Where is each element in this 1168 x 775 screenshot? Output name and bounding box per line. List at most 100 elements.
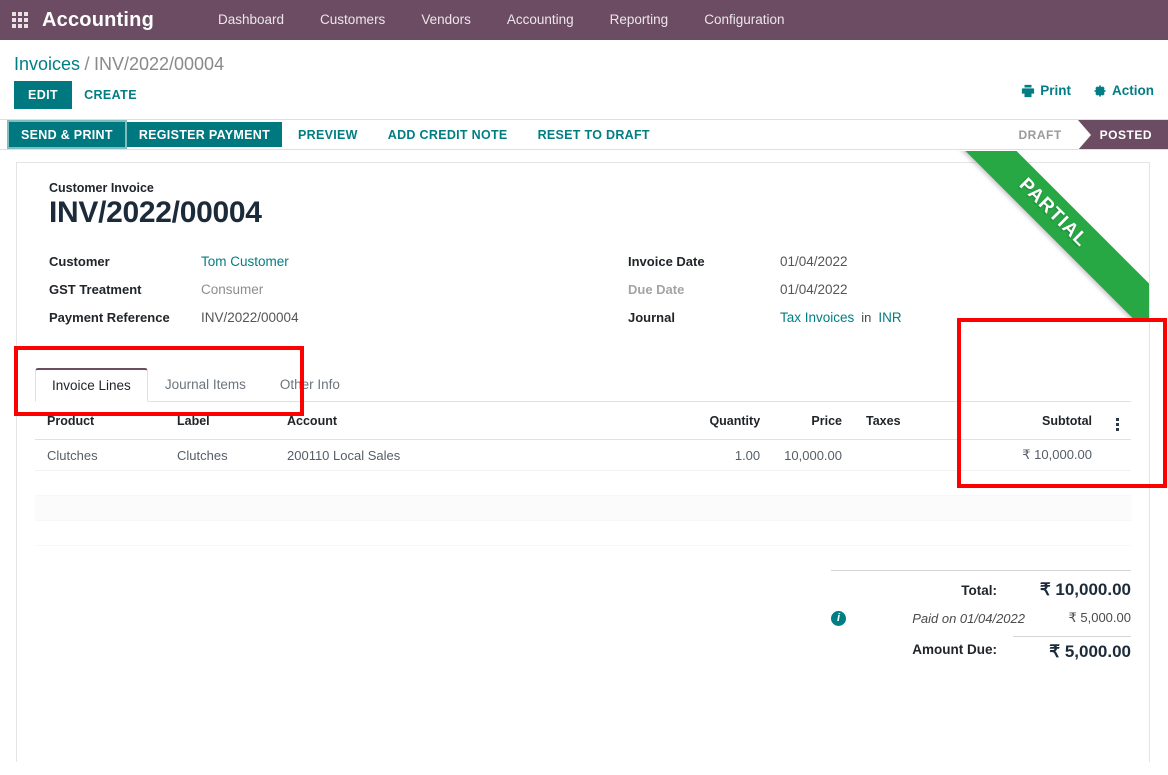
apps-menu-button[interactable] (0, 0, 40, 40)
column-header-taxes[interactable]: Taxes (854, 402, 984, 441)
field-currency-value[interactable]: INR (878, 310, 901, 325)
invoice-fields-left: Customer Tom Customer GST Treatment Cons… (49, 254, 590, 338)
paid-row: i Paid on 01/04/2022 ₹ 5,000.00 (831, 605, 1131, 631)
add-credit-note-button[interactable]: ADD CREDIT NOTE (374, 122, 522, 147)
field-gst-treatment: GST Treatment Consumer (49, 282, 590, 300)
cell-price: 10,000.00 (772, 439, 854, 472)
menu-item-dashboard[interactable]: Dashboard (200, 0, 302, 40)
field-customer-value[interactable]: Tom Customer (201, 254, 289, 269)
cell-product: Clutches (35, 439, 165, 472)
field-invoice-date-label: Invoice Date (628, 254, 705, 270)
amount-due-row: Amount Due: ₹ 5,000.00 (831, 631, 1131, 667)
tab-journal-items[interactable]: Journal Items (148, 368, 263, 402)
menu-item-configuration[interactable]: Configuration (686, 0, 802, 40)
field-due-date: Due Date 01/04/2022 (628, 282, 1131, 300)
breadcrumb: Invoices / INV/2022/00004 (0, 40, 1168, 81)
invoice-type-label: Customer Invoice (49, 181, 154, 195)
optional-columns-toggle[interactable] (1104, 402, 1131, 441)
vertical-ellipsis-icon (1116, 418, 1119, 432)
amount-due-value: ₹ 5,000.00 (1013, 636, 1131, 662)
status-state-draft[interactable]: DRAFT (996, 120, 1091, 150)
total-value: ₹ 10,000.00 (1039, 580, 1131, 600)
total-row: Total: ₹ 10,000.00 (831, 570, 1131, 605)
column-header-account[interactable]: Account (275, 402, 663, 441)
field-due-date-label: Due Date (628, 282, 685, 298)
top-navbar: Accounting Dashboard Customers Vendors A… (0, 0, 1168, 40)
info-circle-icon[interactable]: i (831, 610, 846, 626)
edit-button[interactable]: EDIT (14, 81, 73, 109)
chevron-right-icon (1077, 120, 1091, 150)
action-button[interactable]: Action (1093, 83, 1154, 98)
status-state-posted-label: POSTED (1099, 127, 1152, 142)
send-and-print-button[interactable]: SEND & PRINT (9, 122, 125, 147)
field-customer-label: Customer (49, 254, 110, 270)
paid-label: Paid on 01/04/2022 (912, 610, 1025, 626)
reset-to-draft-button[interactable]: RESET TO DRAFT (524, 122, 664, 147)
print-button[interactable]: Print (1021, 83, 1071, 98)
table-header-row: Product Label Account Quantity Price Tax… (35, 402, 1131, 441)
amount-due-label: Amount Due: (912, 641, 997, 657)
action-label: Action (1112, 83, 1154, 98)
statusbar-actions: SEND & PRINT REGISTER PAYMENT PREVIEW AD… (0, 120, 665, 149)
field-payment-reference-value: INV/2022/00004 (201, 310, 299, 326)
field-due-date-value: 01/04/2022 (780, 282, 848, 298)
field-journal: Journal Tax Invoices in INR (628, 310, 1131, 328)
column-header-product[interactable]: Product (35, 402, 165, 441)
field-journal-separator: in (861, 310, 872, 326)
cell-label: Clutches (165, 439, 275, 472)
menu-item-accounting[interactable]: Accounting (489, 0, 592, 40)
preview-button[interactable]: PREVIEW (284, 122, 372, 147)
status-state-posted[interactable]: POSTED (1077, 120, 1168, 149)
column-header-label[interactable]: Label (165, 402, 275, 441)
breadcrumb-separator: / (84, 54, 90, 74)
field-invoice-date-value: 01/04/2022 (780, 254, 848, 270)
invoice-sheet: PARTIAL Customer Invoice INV/2022/00004 … (16, 151, 1150, 762)
tab-other-info[interactable]: Other Info (263, 368, 357, 402)
invoice-fields: Customer Tom Customer GST Treatment Cons… (35, 254, 1131, 338)
paid-value: ₹ 5,000.00 (1068, 610, 1132, 626)
empty-row (35, 520, 1131, 547)
invoice-number: INV/2022/00004 (49, 196, 262, 229)
field-gst-treatment-label: GST Treatment (49, 282, 142, 298)
field-journal-value[interactable]: Tax Invoices (780, 310, 854, 325)
menu-item-vendors[interactable]: Vendors (403, 0, 489, 40)
statusbar: SEND & PRINT REGISTER PAYMENT PREVIEW AD… (0, 119, 1168, 150)
empty-row (35, 495, 1131, 522)
print-label: Print (1040, 83, 1071, 98)
invoice-title-block: Customer Invoice INV/2022/00004 (35, 179, 268, 230)
invoice-lines-table: Product Label Account Quantity Price Tax… (35, 402, 1131, 547)
invoice-fields-right: Invoice Date 01/04/2022 Due Date 01/04/2… (590, 254, 1131, 338)
app-brand-title: Accounting (42, 8, 154, 31)
create-button[interactable]: CREATE (72, 81, 149, 109)
cell-taxes (854, 439, 984, 472)
column-header-subtotal[interactable]: Subtotal (984, 402, 1104, 441)
main-menu: Dashboard Customers Vendors Accounting R… (200, 0, 803, 40)
tab-invoice-lines[interactable]: Invoice Lines (35, 368, 148, 403)
status-state-draft-label: DRAFT (1018, 127, 1062, 142)
total-label: Total: (961, 582, 997, 598)
table-row[interactable]: Clutches Clutches 200110 Local Sales 1.0… (35, 439, 1131, 472)
status-pipeline: DRAFT POSTED (996, 120, 1168, 150)
column-header-quantity[interactable]: Quantity (662, 402, 773, 441)
invoice-lines-body: Clutches Clutches 200110 Local Sales 1.0… (35, 439, 1131, 547)
notebook-tabs: Invoice Lines Journal Items Other Info (35, 368, 1131, 403)
control-panel-tools: Print Action (1021, 83, 1154, 98)
gear-icon (1094, 84, 1106, 97)
field-payment-reference-label: Payment Reference (49, 310, 170, 326)
register-payment-button[interactable]: REGISTER PAYMENT (126, 122, 283, 147)
menu-item-reporting[interactable]: Reporting (592, 0, 687, 40)
apps-grid-icon (12, 12, 28, 28)
column-header-price[interactable]: Price (772, 402, 854, 441)
menu-item-customers[interactable]: Customers (302, 0, 403, 40)
field-payment-reference: Payment Reference INV/2022/00004 (49, 310, 590, 328)
breadcrumb-current: INV/2022/00004 (93, 54, 225, 74)
form-view-background: PARTIAL Customer Invoice INV/2022/00004 … (0, 150, 1168, 762)
breadcrumb-root-link[interactable]: Invoices (14, 54, 80, 74)
invoice-totals: Total: ₹ 10,000.00 i Paid on 01/04/2022 … (35, 570, 1131, 667)
cell-account: 200110 Local Sales (275, 439, 663, 472)
control-panel: EDIT CREATE Print Action (0, 81, 1168, 119)
empty-row (35, 470, 1131, 497)
cell-subtotal: ₹ 10,000.00 (984, 439, 1104, 472)
cell-spacer (1104, 439, 1131, 472)
field-gst-treatment-value: Consumer (201, 282, 264, 298)
